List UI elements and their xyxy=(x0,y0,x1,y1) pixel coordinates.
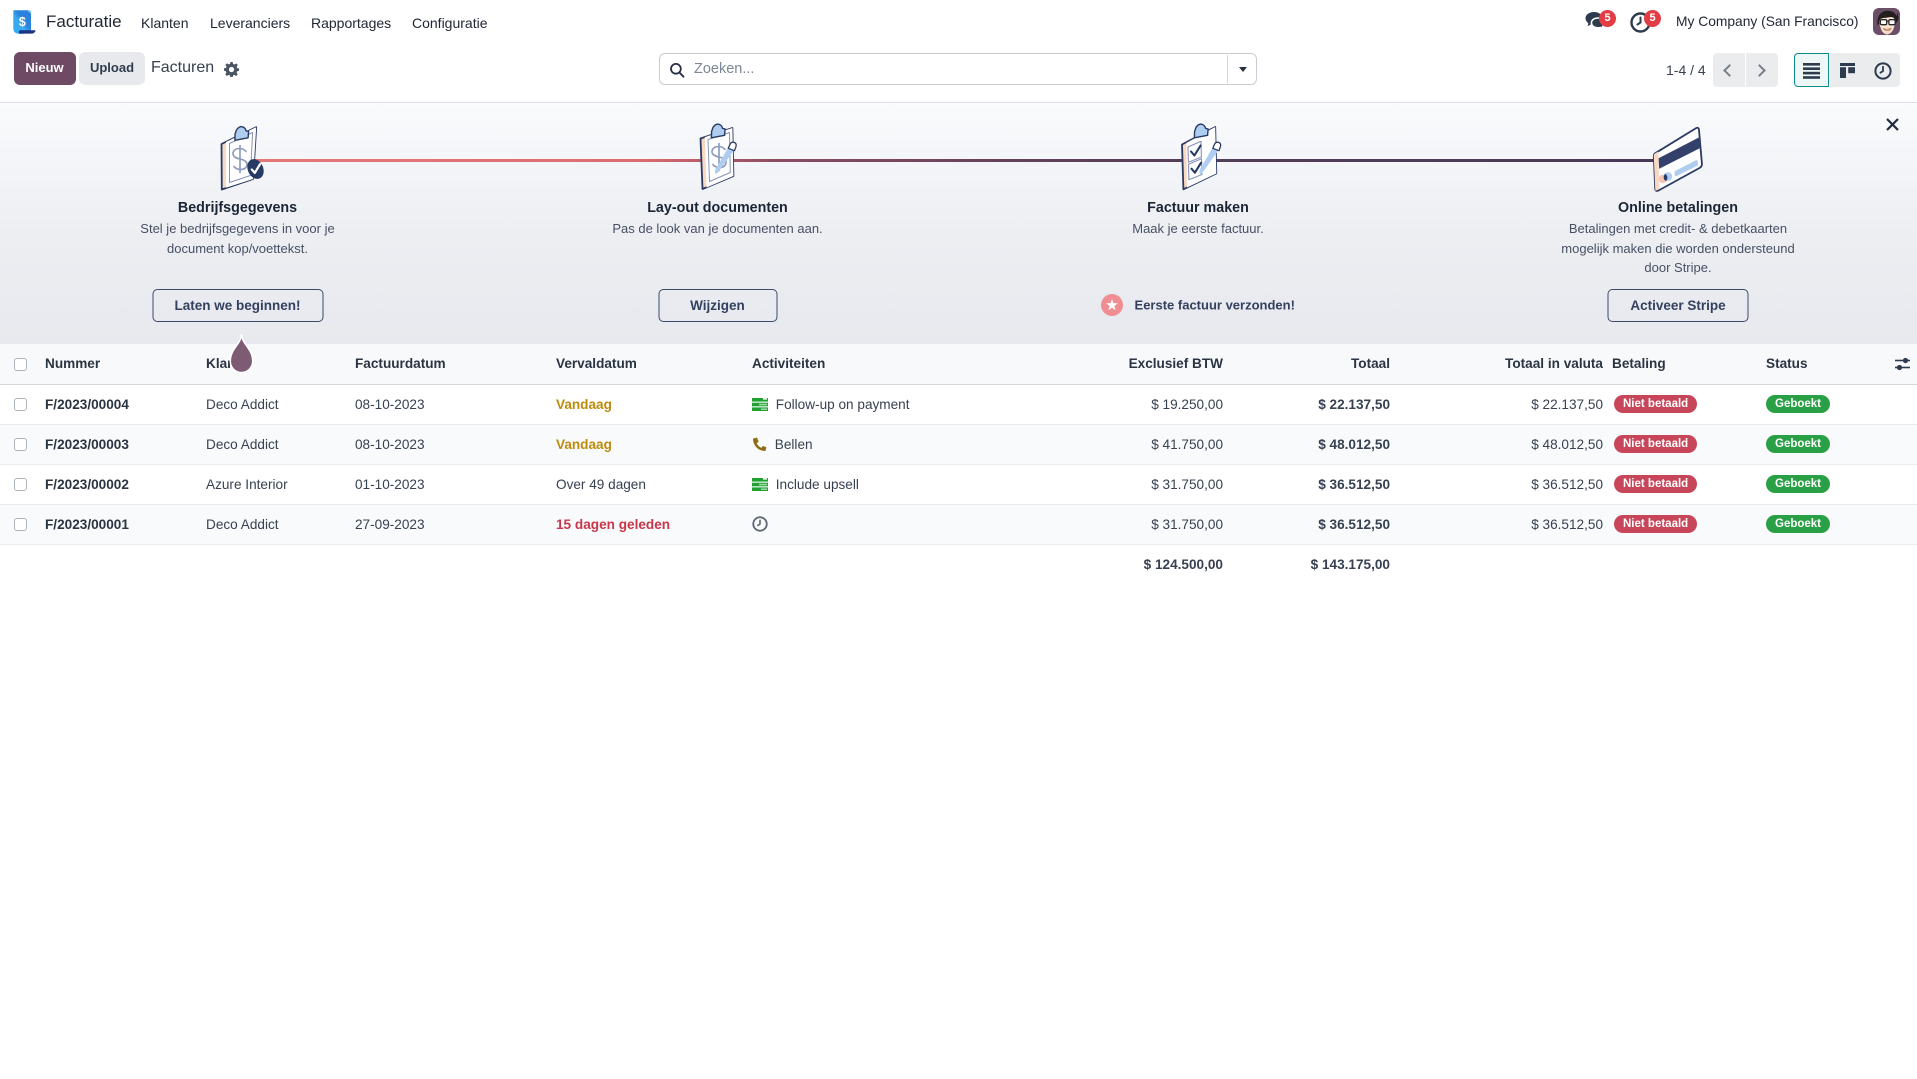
svg-text:$: $ xyxy=(18,15,25,29)
